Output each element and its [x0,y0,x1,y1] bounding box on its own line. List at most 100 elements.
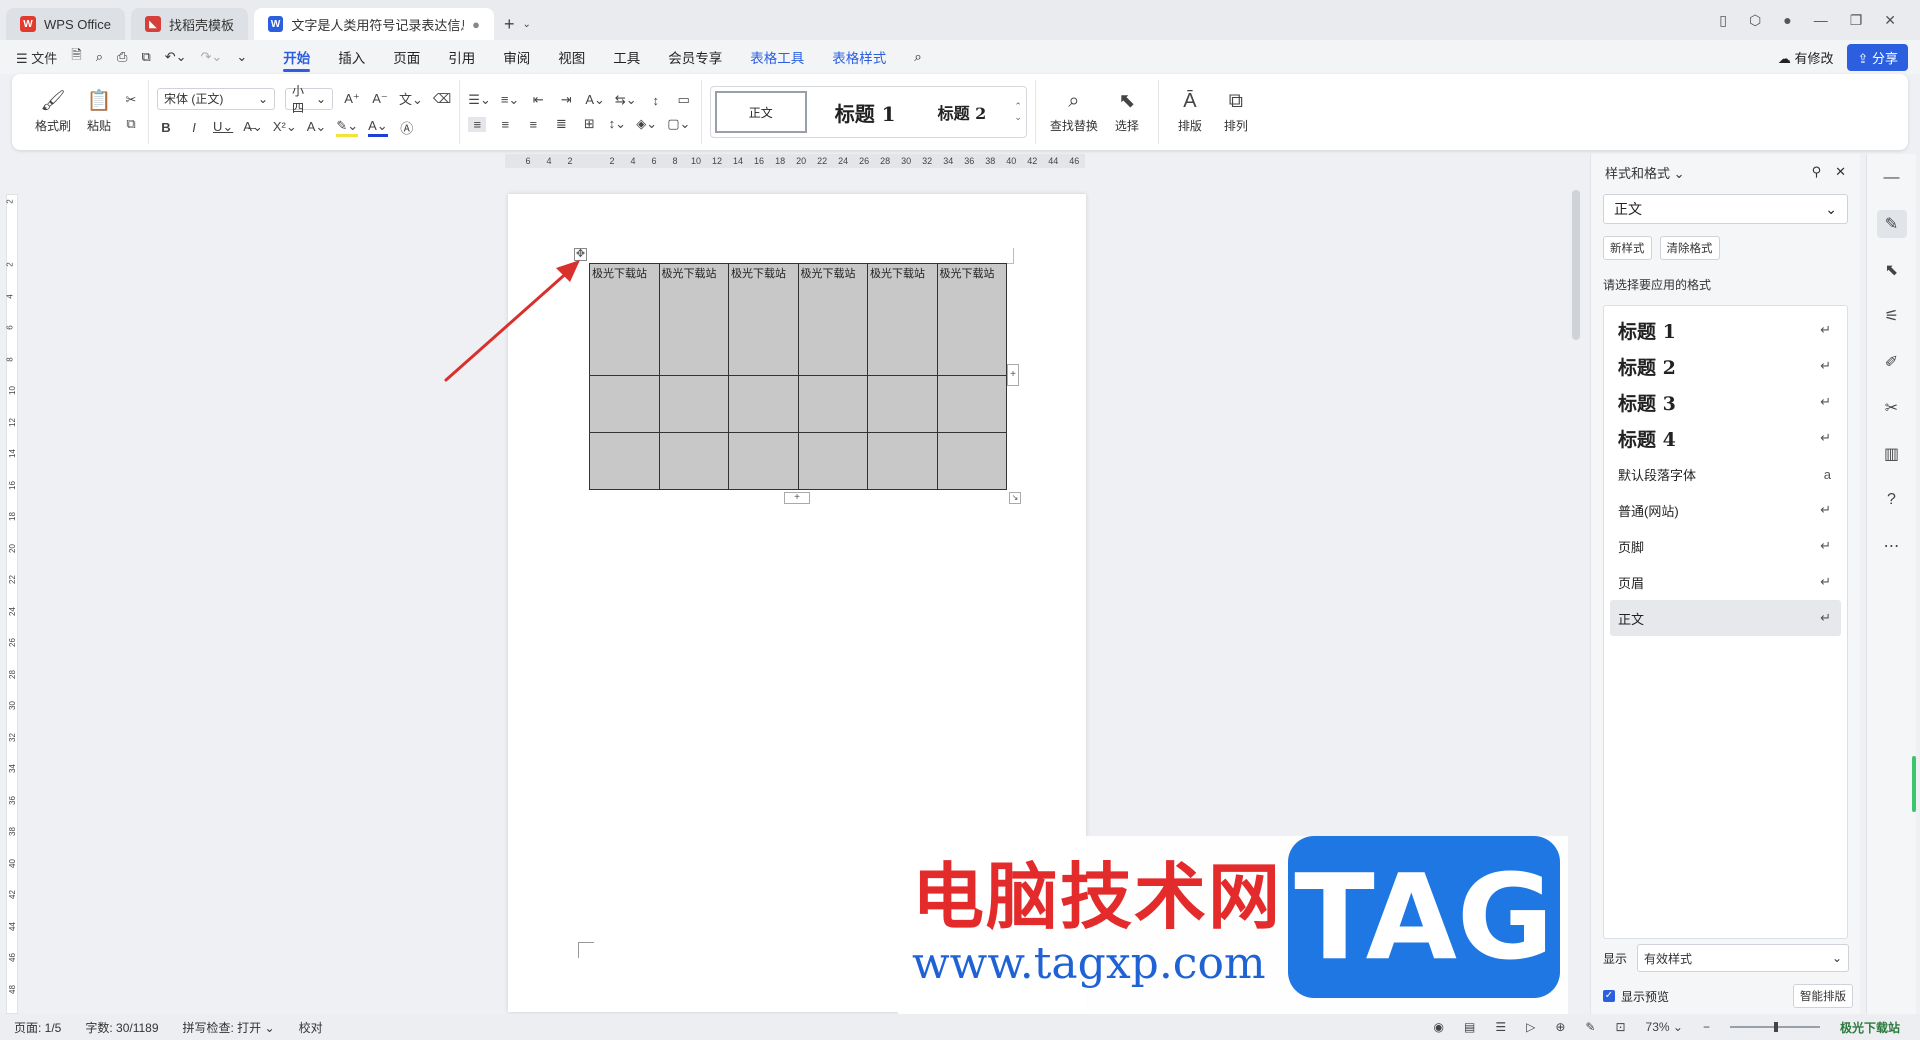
line-spacing-icon[interactable]: ↕⌄ [608,116,626,132]
table-cell[interactable] [728,375,799,433]
copy-icon[interactable]: ⧉ [122,116,140,132]
new-tab-button[interactable]: + ⌄ [504,8,531,40]
tab-view[interactable]: 视图 [544,40,599,74]
grow-font-icon[interactable]: A⁺ [343,91,361,107]
layout-button[interactable]: Ā 排版 [1167,82,1213,142]
table-cell[interactable]: 极光下载站 [936,263,1007,376]
horizontal-ruler[interactable]: 6 4 2 2 4 6 8 10 12 14 16 18 20 22 24 26 28 30 32 34 36 38 40 4… [505,154,1085,168]
bullet-list-icon[interactable]: ☰⌄ [468,92,491,108]
more-icon[interactable]: ⋯ [1877,532,1907,560]
checkbox-checked-icon[interactable]: ✓ [1603,990,1615,1002]
table-cell[interactable] [728,432,799,490]
numbered-list-icon[interactable]: ≡⌄ [501,92,519,108]
tab-table-tools[interactable]: 表格工具 [736,40,818,74]
zoom-out-icon[interactable]: − [1703,1020,1710,1034]
word-count[interactable]: 字数: 30/1189 [85,1019,158,1036]
table-cell[interactable] [589,432,660,490]
play-icon[interactable]: ▷ [1526,1020,1535,1034]
underline-icon[interactable]: U⌄ [213,119,233,135]
tab-home[interactable]: 开始 [269,40,324,74]
style-list-item[interactable]: 标题 2 ↵ [1610,348,1841,384]
scrollbar-thumb[interactable] [1572,190,1580,340]
fit-icon[interactable]: ⊡ [1615,1020,1625,1034]
edit-icon[interactable]: ✐ [1877,348,1907,376]
shrink-font-icon[interactable]: A⁻ [371,91,389,107]
font-color-icon[interactable]: A⌄ [368,118,388,137]
pin-icon[interactable]: ⚲ [1812,164,1822,180]
align-right-icon[interactable]: ≡ [524,117,542,132]
style-list-item[interactable]: 正文 ↵ [1610,600,1841,636]
print-icon[interactable]: ⎙ [117,49,127,65]
search-icon[interactable]: ⌕ [900,40,936,74]
style-list-item[interactable]: 普通(网站) ↵ [1610,492,1841,528]
table-cell[interactable] [867,375,938,433]
add-column-button[interactable]: + [1007,364,1019,386]
tab-vip[interactable]: 会员专享 [654,40,736,74]
print-preview-icon[interactable]: ⧉ [141,49,150,65]
find-replace-button[interactable]: ⌕ 查找替换 [1044,82,1104,142]
style-list-item[interactable]: 页眉 ↵ [1610,564,1841,600]
write-icon[interactable]: ✎ [1585,1020,1595,1034]
chinese-layout-icon[interactable]: A⌄ [585,92,605,108]
tab-insert[interactable]: 插入 [324,40,379,74]
page-view-icon[interactable]: ▤ [1464,1020,1475,1034]
tab-page[interactable]: 页面 [379,40,434,74]
table-cell[interactable]: 极光下载站 [728,263,799,376]
table-cell[interactable] [589,375,660,433]
table-cell[interactable] [797,375,868,433]
bold-icon[interactable]: B [157,120,175,135]
close-button[interactable]: ✕ [1884,12,1896,29]
paste-button[interactable]: 📋 粘贴 [76,82,122,142]
chevron-down-icon[interactable]: ⌄ [522,19,530,30]
zoom-slider-knob[interactable] [1773,1022,1778,1032]
style-list-item[interactable]: 默认段落字体 a [1610,456,1841,492]
char-shading-icon[interactable]: Ⓐ [398,118,416,137]
cube-icon[interactable]: ⬡ [1749,12,1761,29]
align-left-icon[interactable]: ≡ [468,116,487,132]
redo-icon[interactable]: ↷⌄ [201,49,223,65]
tab-document[interactable]: W 文字是人类用符号记录表达信息以 ● [253,8,494,40]
show-filter-select[interactable]: 有效样式 ⌄ [1637,944,1849,972]
document-table[interactable]: 极光下载站 极光下载站 极光下载站 极光下载站 极光下载站 极光下载站 [589,263,1007,490]
style-list-item[interactable]: 页脚 ↵ [1610,528,1841,564]
shading-icon[interactable]: ◈⌄ [636,116,657,132]
pen-icon[interactable]: ✎ [1876,210,1907,238]
select-button[interactable]: ⬉ 选择 [1104,82,1150,142]
tab-references[interactable]: 引用 [434,40,489,74]
sidebar-toggle-icon[interactable]: ▯ [1719,12,1727,29]
plus-icon[interactable]: + [504,14,515,35]
justify-icon[interactable]: ≣ [552,116,570,132]
table-cell[interactable] [658,375,729,433]
page-indicator[interactable]: 页面: 1/5 [14,1019,61,1036]
panel-title[interactable]: 样式和格式 ⌄ [1605,163,1685,182]
font-name-select[interactable]: 宋体 (正文) ⌄ [157,87,275,110]
tab-tools[interactable]: 工具 [599,40,654,74]
decrease-indent-icon[interactable]: ⇤ [529,92,547,108]
increase-indent-icon[interactable]: ⇥ [557,92,575,108]
minimize-button[interactable]: — [1814,12,1828,28]
eye-icon[interactable]: ◉ [1434,1020,1444,1034]
style-list-item[interactable]: 标题 3 ↵ [1610,384,1841,420]
restore-button[interactable]: ❐ [1850,12,1863,29]
document-scrollbar[interactable] [1572,190,1580,1010]
vertical-ruler[interactable]: 2 2 4 6 8 10 12 14 16 18 20 22 24 26 28 30 32 34 36 38 40 42 4… [6,194,18,1014]
table-cell[interactable] [936,432,1007,490]
current-style-select[interactable]: 正文 ⌄ [1603,194,1848,224]
align-center-icon[interactable]: ≡ [496,117,514,132]
unsaved-dot-icon[interactable]: ● [472,17,480,32]
avatar[interactable]: ● [1783,12,1791,28]
cut-icon[interactable]: ✂ [122,92,140,108]
add-row-button[interactable]: + [784,492,810,504]
zoom-level[interactable]: 73% ⌄ [1646,1020,1683,1034]
save-icon[interactable]: 🗎 [71,46,81,68]
search-doc-icon[interactable]: ⌕ [96,49,103,65]
tab-template[interactable]: ◣ 找稻壳模板 [130,8,248,40]
font-size-select[interactable]: 小四 ⌄ [285,84,333,115]
distribute-icon[interactable]: ⊞ [580,116,598,132]
zoom-slider[interactable] [1729,1022,1820,1032]
table-cell[interactable]: 极光下载站 [797,263,868,376]
smart-layout-button[interactable]: 智能排版 [1793,984,1854,1008]
superscript-icon[interactable]: X²⌄ [273,119,297,135]
more-chevron-icon[interactable]: ⌄ [236,49,247,65]
sliders-icon[interactable]: ⚟ [1877,302,1907,330]
